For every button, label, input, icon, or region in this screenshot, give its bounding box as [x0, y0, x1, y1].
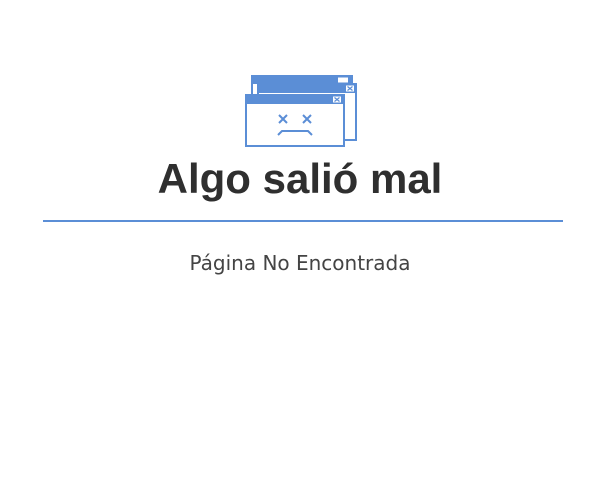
error-subtitle: Página No Encontrada: [189, 251, 411, 275]
title-divider: [43, 220, 563, 222]
error-title: Algo salió mal: [157, 155, 443, 202]
broken-window-sad-face-icon: [245, 75, 357, 147]
error-page: Algo salió mal Página No Encontrada: [0, 0, 600, 494]
front-window: [245, 94, 345, 147]
